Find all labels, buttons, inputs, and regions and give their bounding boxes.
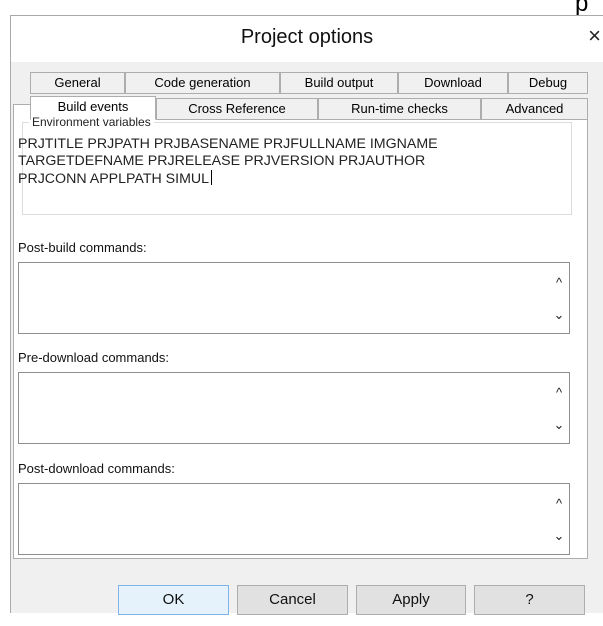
env-line-2: TARGETDEFNAME PRJRELEASE PRJVERSION PRJA…: [18, 153, 426, 169]
scroll-up-icon[interactable]: ^: [549, 385, 569, 400]
scroll-down-icon[interactable]: ⌄: [549, 307, 569, 323]
pre-download-scrollbar[interactable]: ^ ⌄: [549, 373, 569, 443]
help-button[interactable]: ?: [474, 585, 585, 615]
tab-build-output[interactable]: Build output: [280, 72, 398, 94]
scroll-down-icon[interactable]: ⌄: [549, 528, 569, 544]
tab-debug[interactable]: Debug: [508, 72, 588, 94]
cancel-button[interactable]: Cancel: [237, 585, 348, 615]
text-caret: [211, 170, 213, 185]
pre-download-label: Pre-download commands:: [18, 350, 170, 365]
env-line-1: PRJTITLE PRJPATH PRJBASENAME PRJFULLNAME…: [18, 136, 438, 152]
post-build-commands-input[interactable]: ^ ⌄: [18, 262, 570, 334]
title-bar: Project options ×: [11, 16, 603, 62]
scroll-down-icon[interactable]: ⌄: [549, 417, 569, 433]
tab-general[interactable]: General: [30, 72, 125, 94]
env-line-3: PRJCONN APPLPATH SIMUL: [18, 171, 210, 187]
post-download-commands-input[interactable]: ^ ⌄: [18, 483, 570, 555]
tab-code-generation[interactable]: Code generation: [125, 72, 280, 94]
environment-variables-text[interactable]: PRJTITLE PRJPATH PRJBASENAME PRJFULLNAME…: [18, 136, 558, 188]
apply-button[interactable]: Apply: [356, 585, 466, 615]
ok-button[interactable]: OK: [118, 585, 229, 615]
scroll-up-icon[interactable]: ^: [549, 496, 569, 511]
scroll-up-icon[interactable]: ^: [549, 275, 569, 290]
environment-variables-legend: Environment variables: [32, 115, 151, 129]
post-download-label: Post-download commands:: [18, 461, 175, 476]
post-build-scrollbar[interactable]: ^ ⌄: [549, 263, 569, 333]
close-icon[interactable]: ×: [588, 24, 601, 48]
post-build-label: Post-build commands:: [18, 240, 147, 255]
dialog-title: Project options: [240, 26, 374, 48]
pre-download-commands-input[interactable]: ^ ⌄: [18, 372, 570, 444]
tab-download[interactable]: Download: [398, 72, 508, 94]
post-download-scrollbar[interactable]: ^ ⌄: [549, 484, 569, 554]
